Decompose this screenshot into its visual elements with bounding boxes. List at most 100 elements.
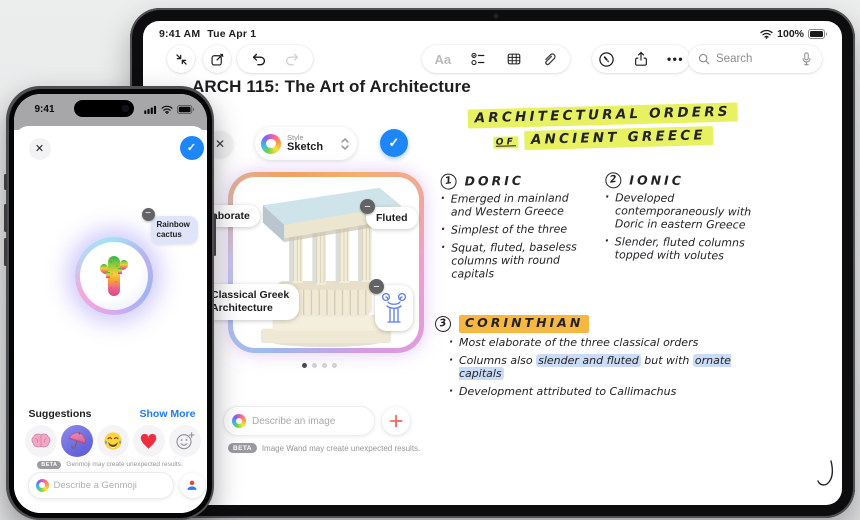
prompt-chip-line2: cactus [156,229,182,239]
ipad-screen: 9:41 AM Tue Apr 1 100% Aa ••• Search ARC… [143,21,842,505]
column-sketch-icon [381,292,407,323]
doric-section: 1 DORIC Emerged in mainland and Western G… [439,172,594,286]
iphone-clock: 9:41 [34,103,55,115]
genmoji-confirm-button[interactable]: ✓ [179,135,204,160]
chip-classical-greek-architecture[interactable]: Classical Greek Architecture [201,284,300,321]
beta-badge: BETA [37,460,62,469]
pencil-markup-icon [599,51,614,67]
describe-genmoji-placeholder: Describe a Genmoji [53,479,137,491]
battery-percent: 100% [777,28,804,40]
beta-text: Genmoji may create unexpected results. [66,461,183,468]
iphone-screen: 9:41 ✕ ✓ − Rainbow cactus Suggestions Sh… [13,93,207,513]
heading-line2: ANCIENT GREECE [523,126,714,151]
prompt-chip-remove-button[interactable]: − [141,207,155,221]
suggestions-label: Suggestions [28,407,92,420]
page-title: ARCH 115: The Art of Architecture [192,77,471,96]
sketch-chip-remove-button[interactable]: − [369,279,384,294]
search-icon [698,53,710,65]
iphone-status-icons [143,104,195,114]
collapse-button[interactable] [167,45,195,73]
ionic-section: 2 IONIC Developed contemporaneously with … [604,171,776,268]
search-placeholder: Search [716,53,753,65]
describe-genmoji-input[interactable]: Describe a Genmoji [27,471,174,499]
heart-emoji[interactable] [132,424,165,457]
paperclip-icon [545,53,556,66]
corinthian-bullet: Development attributed to Callimachus [449,385,769,399]
chip-fluted-remove-button[interactable]: − [360,199,375,214]
checklist-button[interactable] [470,49,488,69]
corinthian-bullet: Columns also slender and fluted but with… [449,353,769,381]
actions-toolbar: ••• [592,45,690,73]
style-picker[interactable]: Style Sketch [255,127,357,160]
doric-number: 1 [439,172,458,191]
compose-button[interactable] [203,45,231,73]
collapse-icon [175,53,187,65]
checklist-icon [471,52,485,66]
corinthian-section: 3 CORINTHIAN Most elaborate of the three … [433,314,775,404]
ionic-bullet: Developed contemporaneously with Doric i… [605,191,775,232]
mic-icon[interactable] [801,52,812,66]
prompt-chip-rainbow-cactus[interactable]: Rainbow cactus [150,215,198,244]
close-icon: ✕ [214,137,226,151]
personalize-button[interactable] [179,472,205,498]
image-wand-confirm-button[interactable]: ✓ [380,129,408,157]
describe-image-placeholder: Describe an image [252,415,336,427]
wifi-icon [760,29,773,39]
ionic-bullet: Slender, fluted columns topped with volu… [605,235,775,263]
heading-line1: ARCHITECTURAL ORDERS [467,102,738,129]
prompt-chip-line1: Rainbow [156,219,190,229]
doric-bullet: Simplest of the three [441,223,593,237]
format-toolbar: Aa [422,45,570,73]
redo-button[interactable] [284,49,301,69]
attachment-button[interactable] [541,49,559,69]
undo-icon [252,53,265,66]
markup-button[interactable] [598,49,615,69]
ipad-date: Tue Apr 1 [207,28,257,40]
cellular-icon [143,105,156,114]
genmoji-beta-note: BETA Genmoji may create unexpected resul… [14,460,207,469]
power-button [213,214,216,256]
scene: 9:41 AM Tue Apr 1 100% Aa ••• Search ARC… [0,0,860,520]
more-button[interactable]: ••• [667,49,684,69]
share-button[interactable] [633,49,649,69]
iphone-device: 9:41 ✕ ✓ − Rainbow cactus Suggestions Sh… [4,86,216,520]
describe-image-input[interactable]: Describe an image [223,406,375,436]
image-pagination-dots[interactable] [302,363,337,368]
volume-down-button [4,238,7,266]
add-emoji[interactable] [168,424,201,457]
search-field[interactable]: Search [688,45,822,73]
battery-icon [808,29,828,39]
corinthian-title-text: CORINTHIAN [465,315,584,330]
corinthian-title: CORINTHIAN [459,315,590,333]
ipad-status-bar: 9:41 AM Tue Apr 1 [159,28,256,40]
chip-classical-line2: Architecture [211,302,273,315]
corinthian-bullet: Most elaborate of the three classical or… [449,336,769,350]
undo-button[interactable] [249,49,266,69]
genmoji-close-button[interactable]: ✕ [28,137,51,160]
brain-emoji[interactable] [24,424,57,457]
compose-icon [211,53,223,65]
corinthian-b2-mid: but with [640,353,693,367]
style-value: Sketch [287,140,324,153]
close-icon: ✕ [34,143,45,155]
laughing-crying-emoji[interactable] [96,424,129,457]
corinthian-number: 3 [433,314,453,333]
apple-intelligence-icon [35,478,49,492]
doric-bullet: Emerged in mainland and Western Greece [441,192,593,219]
table-button[interactable] [505,49,523,69]
undo-redo-group [237,45,313,73]
volume-up-button [4,204,7,232]
text-format-button[interactable]: Aa [434,49,452,69]
notes-heading: ARCHITECTURAL ORDERS OF ANCIENT GREECE [443,102,764,151]
redo-icon [285,53,298,66]
genmoji-preview-bubble[interactable] [74,236,153,315]
add-image-button[interactable] [382,407,410,435]
chip-classical-line1: Classical Greek [211,289,290,301]
ipad-device: 9:41 AM Tue Apr 1 100% Aa ••• Search ARC… [130,8,855,518]
show-more-link[interactable]: Show More [139,408,195,420]
dynamic-island [73,99,134,117]
ipad-status-right: 100% [760,28,828,40]
suggestion-emoji-row [24,424,201,457]
person-icon [187,480,197,490]
umbrella-genmoji[interactable] [60,424,93,457]
